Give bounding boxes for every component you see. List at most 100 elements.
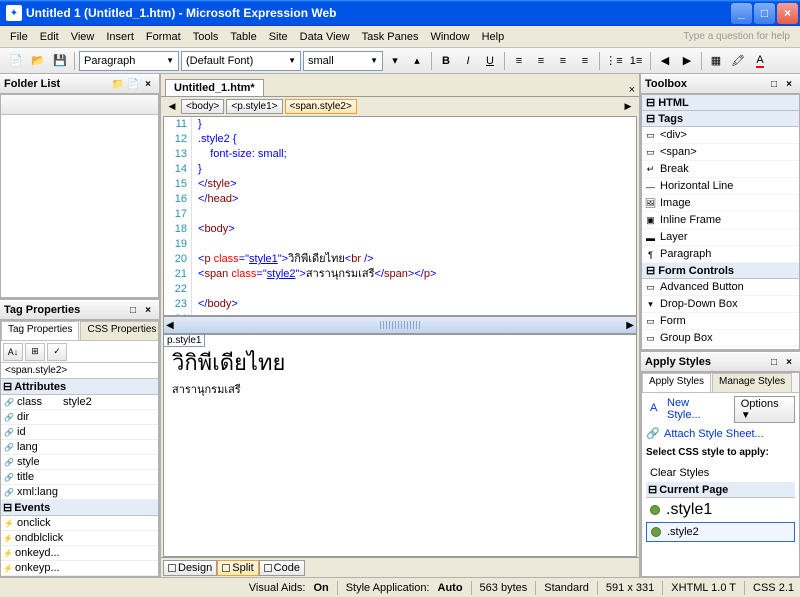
panel-maximize-icon[interactable]: □ [767,77,781,91]
event-onclick[interactable]: onclick [17,517,51,529]
event-onkeyp[interactable]: onkeyp... [15,562,60,574]
font-dropdown[interactable]: (Default Font)▼ [181,51,301,71]
minimize-button[interactable]: _ [731,3,752,24]
scroll-right-icon[interactable]: ▶ [626,320,634,331]
breadcrumb-body[interactable]: <body> [181,99,224,114]
justify-button[interactable]: ≡ [575,51,595,71]
attr-class[interactable]: class [17,396,42,408]
tab-code[interactable]: Code [259,560,305,576]
panel-maximize-icon[interactable]: □ [767,355,781,369]
style-item-style2[interactable]: .style2 [646,522,795,542]
tab-tag-properties[interactable]: Tag Properties [1,321,79,340]
split-bar[interactable]: ◀ ▶ [163,316,637,334]
size-dropdown[interactable]: small▼ [303,51,383,71]
categorized-button[interactable]: ⊞ [25,343,45,361]
breadcrumb-next-icon[interactable]: ▶ [621,99,635,115]
toolbox-item-paragraph[interactable]: ¶Paragraph [642,246,799,263]
menu-view[interactable]: View [65,29,101,45]
menu-file[interactable]: File [4,29,34,45]
borders-button[interactable]: ▦ [706,51,726,71]
tab-design[interactable]: Design [163,560,217,576]
font-color-button[interactable]: A [750,51,770,71]
highlight-button[interactable]: 🖍 [728,51,748,71]
help-search-box[interactable]: Type a question for help [683,31,796,42]
new-button[interactable]: 📄 [6,51,26,71]
size-down-button[interactable]: ▾ [385,51,405,71]
selection-tag[interactable]: p.style1 [163,334,205,347]
italic-button[interactable]: I [458,51,478,71]
panel-close-icon[interactable]: × [141,77,155,91]
close-button[interactable]: × [777,3,798,24]
toolbox-group-html[interactable]: ⊟HTML [642,95,799,111]
save-button[interactable]: 💾 [50,51,70,71]
toolbox-item-hr[interactable]: —Horizontal Line [642,178,799,195]
indent-button[interactable]: ▶ [677,51,697,71]
show-set-button[interactable]: ✓ [47,343,67,361]
toolbox-group-form[interactable]: ⊟Form Controls [642,263,799,279]
menu-edit[interactable]: Edit [34,29,65,45]
tab-close-icon[interactable]: × [629,84,635,96]
new-page-icon[interactable]: 📄 [126,77,140,91]
align-right-button[interactable]: ≡ [553,51,573,71]
toolbox-item-groupbox[interactable]: ▭Group Box [642,330,799,347]
menu-table[interactable]: Table [224,29,262,45]
style-item-style1[interactable]: .style1 [646,498,795,522]
attr-xmllang[interactable]: xml:lang [17,486,58,498]
status-visual-aids-value[interactable]: On [313,582,328,594]
menu-window[interactable]: Window [424,29,475,45]
breadcrumb-span[interactable]: <span.style2> [285,99,357,114]
toolbox-item-iframe[interactable]: ▣Inline Frame [642,212,799,229]
breadcrumb-prev-icon[interactable]: ◀ [165,99,179,115]
tab-split[interactable]: Split [217,560,258,576]
menu-help[interactable]: Help [476,29,511,45]
toolbox-item-ddbox[interactable]: ▾Drop-Down Box [642,296,799,313]
align-center-button[interactable]: ≡ [531,51,551,71]
menu-site[interactable]: Site [263,29,294,45]
panel-maximize-icon[interactable]: □ [126,303,140,317]
design-view[interactable]: p.style1 วิกิพีเดียไทย สารานุกรมเสรี [163,334,637,557]
design-text-line1[interactable]: วิกิพีเดียไทย [172,345,628,380]
menu-dataview[interactable]: Data View [294,29,356,45]
menu-insert[interactable]: Insert [100,29,140,45]
design-text-line2[interactable]: สารานุกรมเสรี [172,380,628,398]
toolbox-item-form[interactable]: ▭Form [642,313,799,330]
attr-class-value[interactable]: style2 [61,395,158,409]
tab-manage-styles[interactable]: Manage Styles [712,373,792,392]
toolbox-item-layer[interactable]: ▬Layer [642,229,799,246]
breadcrumb-p[interactable]: <p.style1> [226,99,282,114]
clear-styles-item[interactable]: Clear Styles [646,464,795,482]
toolbox-item-span[interactable]: ▭<span> [642,144,799,161]
outdent-button[interactable]: ◀ [655,51,675,71]
attr-dir[interactable]: dir [17,411,29,423]
maximize-button[interactable]: □ [754,3,775,24]
panel-close-icon[interactable]: × [782,77,796,91]
attach-stylesheet-link[interactable]: 🔗Attach Style Sheet... [642,425,799,443]
attr-lang[interactable]: lang [17,441,38,453]
status-css[interactable]: CSS 2.1 [753,582,794,594]
attributes-group[interactable]: ⊟Attributes [1,379,158,395]
status-xhtml[interactable]: XHTML 1.0 T [671,582,736,594]
numbering-button[interactable]: 1≡ [626,51,646,71]
sort-alpha-button[interactable]: A↓ [3,343,23,361]
toolbox-item-advbtn[interactable]: ▭Advanced Button [642,279,799,296]
tab-css-properties[interactable]: CSS Properties [80,321,159,340]
menu-tools[interactable]: Tools [187,29,225,45]
new-folder-icon[interactable]: 📁 [111,77,125,91]
style-dropdown[interactable]: Paragraph▼ [79,51,179,71]
toolbox-item-div[interactable]: ▭<div> [642,127,799,144]
status-mode[interactable]: Standard [544,582,589,594]
size-up-button[interactable]: ▴ [407,51,427,71]
current-page-group[interactable]: ⊟Current Page [646,482,795,498]
toolbox-group-tags[interactable]: ⊟Tags [642,111,799,127]
folder-list-body[interactable] [0,94,159,298]
align-left-button[interactable]: ≡ [509,51,529,71]
menu-taskpanes[interactable]: Task Panes [356,29,425,45]
panel-close-icon[interactable]: × [782,355,796,369]
new-style-link[interactable]: ANew Style... [646,395,726,423]
document-tab[interactable]: Untitled_1.htm* [165,79,264,96]
attr-style[interactable]: style [17,456,40,468]
scroll-left-icon[interactable]: ◀ [166,320,174,331]
options-button[interactable]: Options ▼ [734,396,795,423]
open-button[interactable]: 📂 [28,51,48,71]
underline-button[interactable]: U [480,51,500,71]
